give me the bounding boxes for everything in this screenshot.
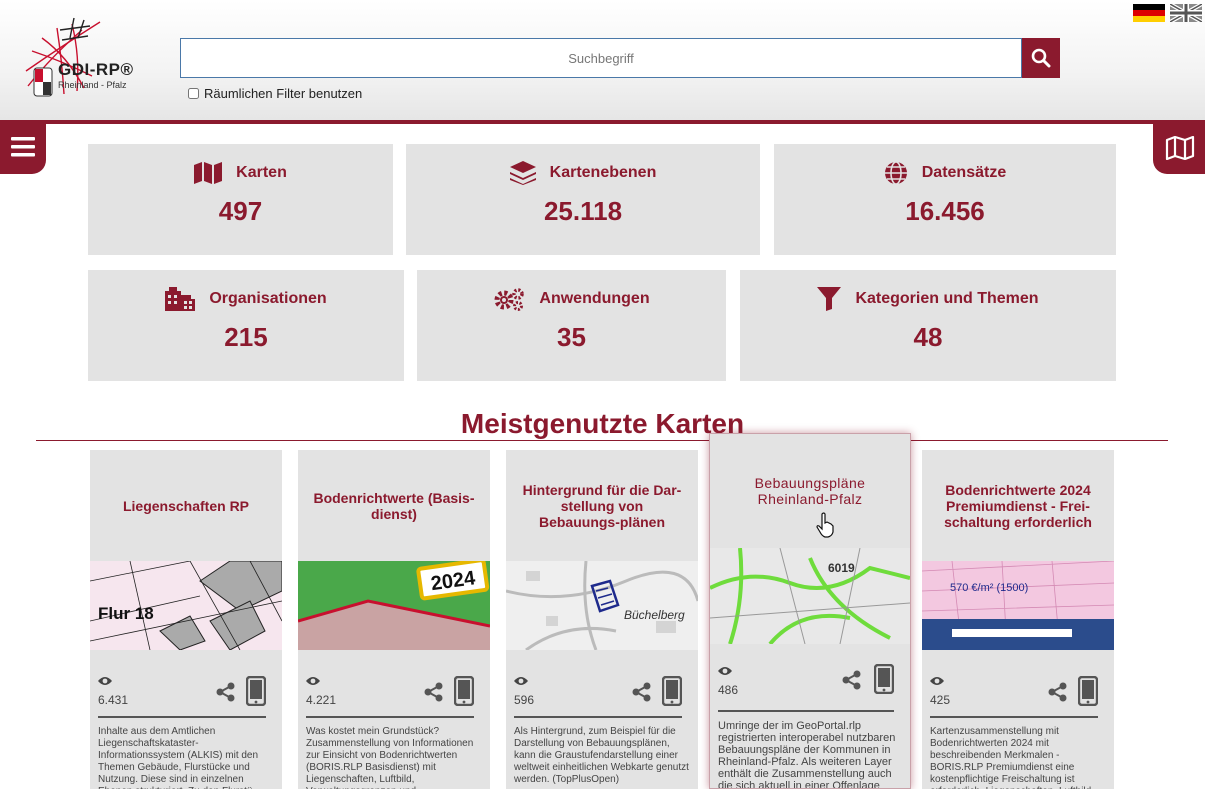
share-icon[interactable]: [632, 682, 652, 702]
view-count: 486: [718, 683, 739, 697]
map-card-bodenrichtwerte-basis[interactable]: Bodenrichtwerte (Basis-dienst) 2024 4.22…: [298, 450, 490, 789]
stat-value: 35: [557, 322, 586, 352]
german-flag-icon[interactable]: [1133, 4, 1165, 22]
eye-icon: [514, 677, 528, 685]
layers-icon: [509, 161, 536, 185]
card-preview-image[interactable]: 2024: [298, 561, 490, 650]
share-icon[interactable]: [216, 682, 236, 702]
header: GDI-RP® Rheinland - Pfalz Räumlichen Fil…: [0, 0, 1205, 124]
mobile-icon[interactable]: [454, 676, 474, 706]
view-count: 6.431: [98, 693, 129, 707]
card-title[interactable]: Hintergrund für die Dar-stellung von Beb…: [506, 450, 698, 561]
stat-value: 48: [913, 322, 943, 352]
share-icon[interactable]: [842, 670, 862, 690]
globe-icon: [884, 161, 907, 185]
map-label: 570 €/m² (1500): [950, 582, 1028, 594]
stat-label: Kartenebenen: [549, 164, 657, 181]
stat-tile-organisations[interactable]: Organisationen 215: [88, 270, 404, 381]
eye-icon: [306, 677, 320, 685]
map-icon: [194, 162, 223, 184]
map-label: Flur 18: [98, 604, 154, 623]
eye-icon: [718, 667, 732, 675]
card-preview-image[interactable]: 570 €/m² (1500): [922, 561, 1114, 650]
card-title[interactable]: Bodenrichtwerte (Basis-dienst): [298, 450, 490, 561]
hamburger-icon: [11, 137, 35, 157]
map-card-hintergrund[interactable]: Hintergrund für die Dar-stellung von Beb…: [506, 450, 698, 789]
mobile-icon[interactable]: [662, 676, 682, 706]
card-description: Kartenzusammenstellung mit Bodenrichtwer…: [930, 726, 1094, 789]
filter-icon: [817, 287, 842, 311]
search-button[interactable]: [1022, 38, 1060, 78]
stat-label: Kategorien und Themen: [855, 290, 1039, 307]
spatial-filter[interactable]: Räumlichen Filter benutzen: [188, 86, 362, 101]
stat-label: Karten: [236, 164, 287, 181]
stat-tile-maps[interactable]: Karten 497: [88, 144, 393, 255]
building-icon: [165, 287, 196, 311]
map-label: Büchelberg: [624, 608, 685, 622]
section-divider: [36, 440, 1168, 441]
hand-cursor-icon: [816, 512, 834, 538]
card-title[interactable]: Liegenschaften RP: [90, 450, 282, 561]
stat-tile-datasets[interactable]: Datensätze 16.456: [774, 144, 1116, 255]
card-preview-image[interactable]: Flur 18: [90, 561, 282, 650]
gdi-rp-logo[interactable]: GDI-RP® Rheinland - Pfalz: [22, 16, 142, 106]
stat-value: 497: [218, 196, 263, 226]
map-card-liegenschaften[interactable]: Liegenschaften RP Flur 18 6.431 Inhalte …: [90, 450, 282, 789]
spatial-filter-label: Räumlichen Filter benutzen: [204, 86, 363, 101]
share-icon[interactable]: [1048, 682, 1068, 702]
view-count: 425: [930, 693, 951, 707]
map-card-bodenrichtwerte-premium[interactable]: Bodenrichtwerte 2024 Premiumdienst - Fre…: [922, 450, 1114, 789]
mobile-icon[interactable]: [1078, 676, 1098, 706]
view-count: 4.221: [306, 693, 337, 707]
card-preview-image[interactable]: 6019: [710, 548, 910, 644]
card-description: Umringe der im GeoPortal.rlp registriert…: [718, 720, 896, 789]
eye-icon: [930, 677, 944, 685]
menu-button[interactable]: [0, 124, 46, 174]
map-view-button[interactable]: [1153, 124, 1205, 174]
mobile-icon[interactable]: [874, 664, 894, 694]
stat-tile-layers[interactable]: Kartenebenen 25.118: [406, 144, 760, 255]
map-outline-icon: [1165, 136, 1195, 160]
card-title[interactable]: Bebauungspläne Rheinland-Pfalz: [710, 434, 910, 548]
spatial-filter-checkbox[interactable]: [188, 88, 199, 99]
map-card-bebauungsplaene[interactable]: Bebauungspläne Rheinland-Pfalz 6019 486 …: [709, 433, 911, 789]
card-title[interactable]: Bodenrichtwerte 2024 Premiumdienst - Fre…: [922, 450, 1114, 561]
view-count: 596: [514, 693, 535, 707]
uk-flag-icon[interactable]: [1170, 4, 1202, 22]
section-title: Meistgenutzte Karten: [460, 408, 745, 439]
stat-label: Anwendungen: [539, 290, 650, 307]
card-description: Als Hintergrund, zum Beispiel für die Da…: [514, 726, 689, 785]
share-icon[interactable]: [424, 682, 444, 702]
eye-icon: [98, 677, 112, 685]
stat-tile-applications[interactable]: Anwendungen 35: [417, 270, 726, 381]
gears-icon: [494, 288, 525, 311]
logo-subtitle: Rheinland - Pfalz: [58, 80, 127, 90]
stat-label: Organisationen: [209, 290, 327, 307]
card-description: Was kostet mein Grundstück? Zusammenstel…: [306, 726, 474, 789]
card-description: Inhalte aus dem Amtlichen Liegenschaftsk…: [98, 726, 259, 789]
search-input[interactable]: [180, 38, 1022, 78]
stat-value: 16.456: [905, 196, 985, 226]
stat-tile-categories[interactable]: Kategorien und Themen 48: [740, 270, 1116, 381]
stat-label: Datensätze: [921, 164, 1007, 181]
stat-value: 215: [224, 322, 268, 352]
map-label: 6019: [828, 561, 855, 575]
search-icon: [1031, 48, 1051, 68]
card-preview-image[interactable]: Büchelberg: [506, 561, 698, 650]
logo-text: GDI-RP®: [58, 60, 134, 79]
stat-value: 25.118: [543, 196, 623, 226]
mobile-icon[interactable]: [246, 676, 266, 706]
